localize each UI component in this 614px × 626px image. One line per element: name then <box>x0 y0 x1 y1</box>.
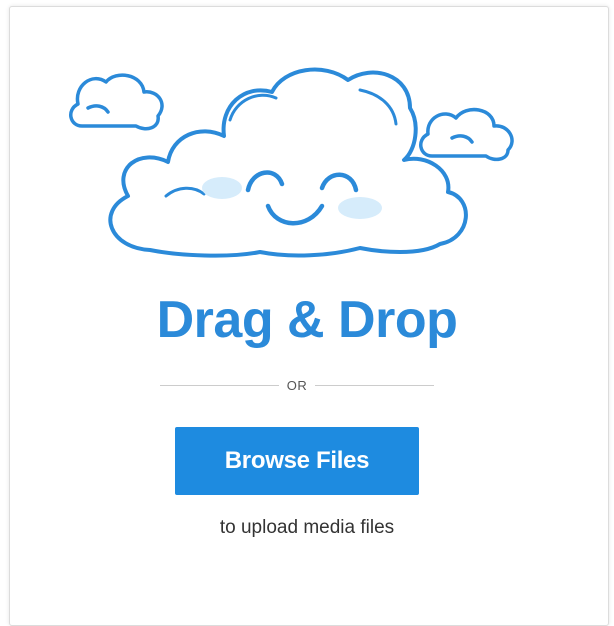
upload-hint: to upload media files <box>219 517 395 538</box>
browse-files-button[interactable]: Browse Files <box>175 427 419 495</box>
smiling-cloud-icon <box>108 67 468 258</box>
divider-line-left <box>160 384 279 386</box>
small-cloud-left-icon <box>69 73 164 131</box>
dropzone-title: Drag & Drop <box>156 291 458 349</box>
divider-label: OR <box>286 377 308 393</box>
divider-line-right <box>315 384 434 386</box>
cheek-right <box>338 197 382 219</box>
cloud-illustration <box>69 67 514 258</box>
or-divider: OR <box>160 375 434 395</box>
small-cloud-right-icon <box>419 107 514 162</box>
cheek-left <box>202 177 242 199</box>
